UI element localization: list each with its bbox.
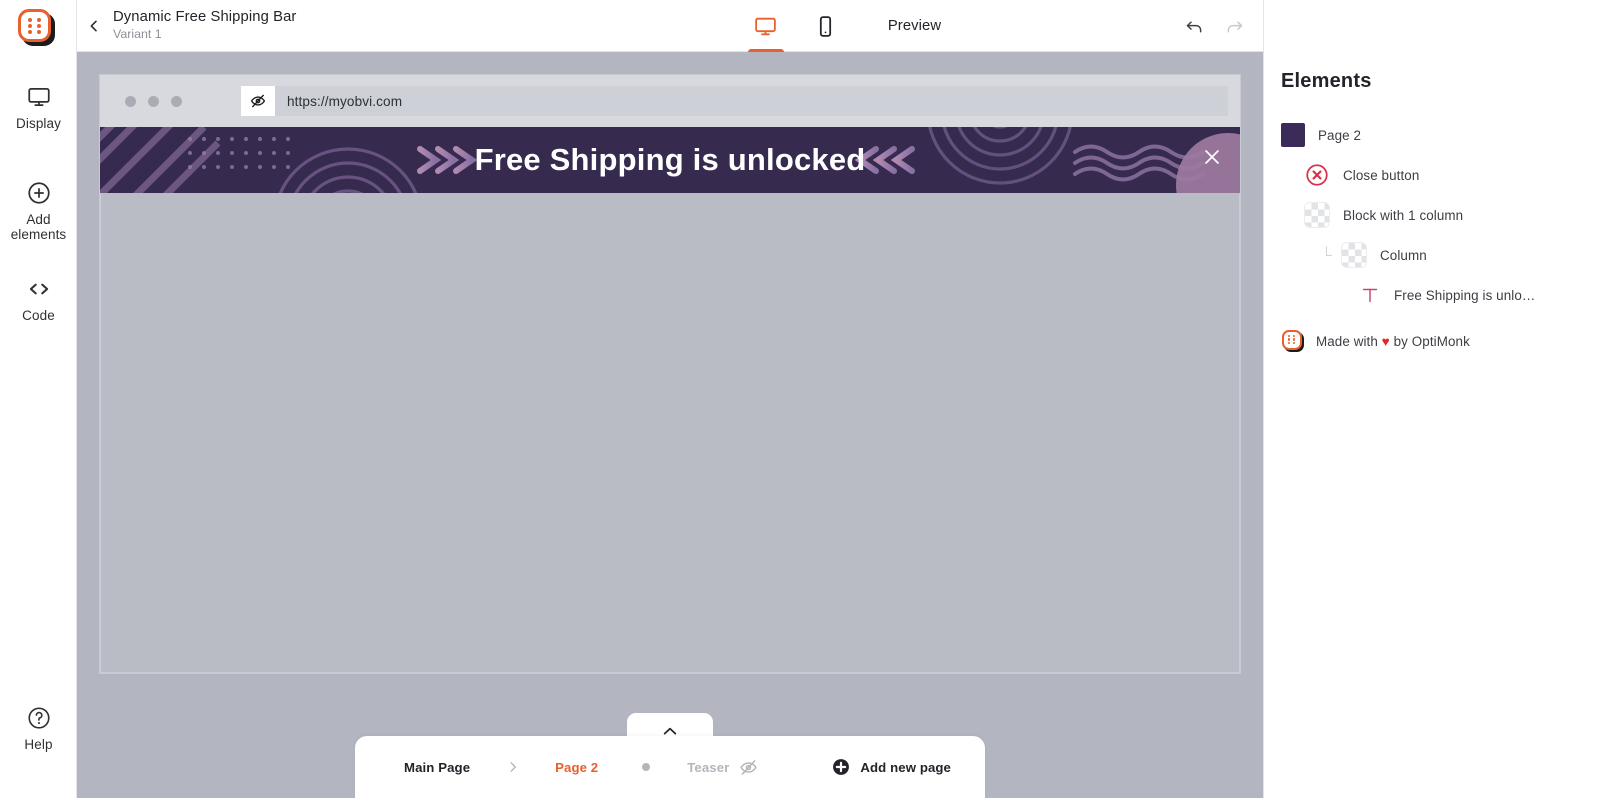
browser-chrome: https://myobvi.com bbox=[100, 75, 1240, 127]
sidebar-item-code[interactable]: Code bbox=[0, 276, 77, 324]
code-brackets-icon bbox=[29, 283, 48, 295]
app-root: Display Add elements Code Help Dynamic F… bbox=[0, 0, 1600, 798]
question-circle-icon bbox=[27, 707, 50, 729]
elements-tree: Page 2 Close button Block with 1 column … bbox=[1264, 115, 1600, 361]
page-tab-page-2[interactable]: Page 2 bbox=[555, 760, 598, 775]
page-navigation-bar: Main Page Page 2 Teaser Add new page bbox=[355, 736, 985, 798]
close-circle-red-icon bbox=[1306, 164, 1328, 186]
traffic-dot bbox=[148, 95, 159, 107]
page-title: Dynamic Free Shipping Bar bbox=[113, 9, 297, 25]
tab-mobile-view[interactable] bbox=[796, 0, 856, 52]
made-prefix: Made with bbox=[1316, 333, 1382, 349]
tree-item-text-node-label: Free Shipping is unlo… bbox=[1394, 287, 1536, 303]
plus-circle-icon bbox=[27, 182, 50, 204]
made-suffix: by OptiMonk bbox=[1389, 333, 1470, 349]
made-with-optimonk-label: Made with ♥ by OptiMonk bbox=[1316, 334, 1470, 349]
url-text: https://myobvi.com bbox=[287, 93, 403, 109]
tree-item-column[interactable]: └ Column bbox=[1264, 235, 1600, 275]
banner-close-button[interactable] bbox=[1201, 146, 1223, 168]
sidebar-item-help[interactable]: Help bbox=[0, 705, 77, 753]
elements-panel-title: Elements bbox=[1281, 70, 1372, 92]
back-button[interactable] bbox=[77, 0, 111, 52]
undo-arrow-icon bbox=[1186, 20, 1202, 32]
monitor-icon bbox=[27, 88, 50, 106]
traffic-dot bbox=[171, 95, 182, 107]
page-tab-teaser-label: Teaser bbox=[687, 759, 730, 775]
text-t-icon bbox=[1362, 288, 1378, 303]
checker-block-icon bbox=[1304, 202, 1330, 228]
banner-headline: Free Shipping is unlocked bbox=[474, 142, 866, 177]
tree-item-block-1-column[interactable]: Block with 1 column bbox=[1264, 195, 1600, 235]
eye-slash-icon[interactable] bbox=[738, 757, 759, 778]
chevron-up-icon bbox=[663, 727, 677, 735]
add-line1: Add bbox=[26, 212, 51, 227]
shipping-bar-banner[interactable]: Free Shipping is unlocked bbox=[100, 127, 1240, 193]
traffic-dot bbox=[125, 95, 136, 107]
sidebar-item-display-label: Display bbox=[16, 116, 61, 131]
elements-panel: Elements Page 2 Close button Block with … bbox=[1263, 0, 1600, 798]
campaign-title-block: Dynamic Free Shipping Bar Variant 1 bbox=[113, 9, 296, 42]
tree-item-text-node[interactable]: Free Shipping is unlo… bbox=[1264, 275, 1600, 315]
optimonk-logo-button[interactable] bbox=[14, 5, 60, 51]
page-tab-main-page[interactable]: Main Page bbox=[404, 760, 470, 775]
browser-url-bar[interactable]: https://myobvi.com bbox=[241, 86, 1228, 116]
eye-slash-icon-wrap bbox=[241, 86, 275, 116]
chevron-left-icon bbox=[90, 20, 97, 31]
tree-item-page-2-label: Page 2 bbox=[1318, 127, 1362, 143]
add-new-page-label: Add new page bbox=[860, 759, 951, 775]
optimonk-logo-icon bbox=[1281, 329, 1305, 353]
sidebar-item-add-elements[interactable]: Add elements bbox=[0, 180, 77, 242]
tree-item-close-button-label: Close button bbox=[1343, 167, 1420, 183]
add-new-page-button[interactable]: Add new page bbox=[831, 757, 951, 777]
left-sidebar: Display Add elements Code Help bbox=[0, 0, 77, 798]
add-line2: elements bbox=[10, 226, 67, 242]
checker-column-icon bbox=[1341, 242, 1367, 268]
page-state-dot bbox=[642, 763, 651, 771]
optimonk-logo-icon bbox=[17, 8, 57, 48]
sidebar-item-code-label: Code bbox=[22, 308, 55, 323]
undo-button[interactable] bbox=[1175, 0, 1215, 52]
desktop-monitor-icon bbox=[755, 17, 777, 35]
page-viewport bbox=[100, 193, 1240, 673]
page-separator bbox=[506, 760, 520, 774]
redo-arrow-icon bbox=[1227, 20, 1243, 32]
heart-icon: ♥ bbox=[1381, 333, 1390, 349]
eye-slash-icon bbox=[250, 94, 266, 108]
tree-elbow-icon: └ bbox=[1321, 246, 1332, 264]
redo-button[interactable] bbox=[1215, 0, 1255, 52]
tree-item-page-2[interactable]: Page 2 bbox=[1264, 115, 1600, 155]
editor-canvas: https://myobvi.com Free Shipping is unlo… bbox=[77, 52, 1263, 798]
mobile-phone-icon bbox=[820, 15, 832, 37]
tree-item-block-1-column-label: Block with 1 column bbox=[1343, 207, 1464, 223]
plus-circle-filled-icon bbox=[833, 759, 850, 775]
tree-item-column-label: Column bbox=[1380, 247, 1427, 263]
made-with-optimonk-row[interactable]: Made with ♥ by OptiMonk bbox=[1264, 321, 1600, 361]
traffic-light-dots bbox=[125, 95, 182, 107]
variant-label: Variant 1 bbox=[113, 27, 162, 41]
browser-mockup: https://myobvi.com Free Shipping is unlo… bbox=[99, 74, 1241, 674]
sidebar-item-add-elements-label: Add elements bbox=[10, 212, 67, 242]
tree-item-close-button[interactable]: Close button bbox=[1264, 155, 1600, 195]
page-tab-teaser[interactable]: Teaser bbox=[687, 757, 759, 778]
sidebar-item-display[interactable]: Display bbox=[0, 84, 77, 132]
purple-swatch-icon bbox=[1281, 123, 1305, 147]
tab-desktop-view[interactable] bbox=[736, 0, 796, 52]
preview-button[interactable]: Preview bbox=[888, 18, 941, 34]
sidebar-item-help-label: Help bbox=[24, 737, 53, 752]
chevron-right-icon bbox=[510, 762, 517, 772]
